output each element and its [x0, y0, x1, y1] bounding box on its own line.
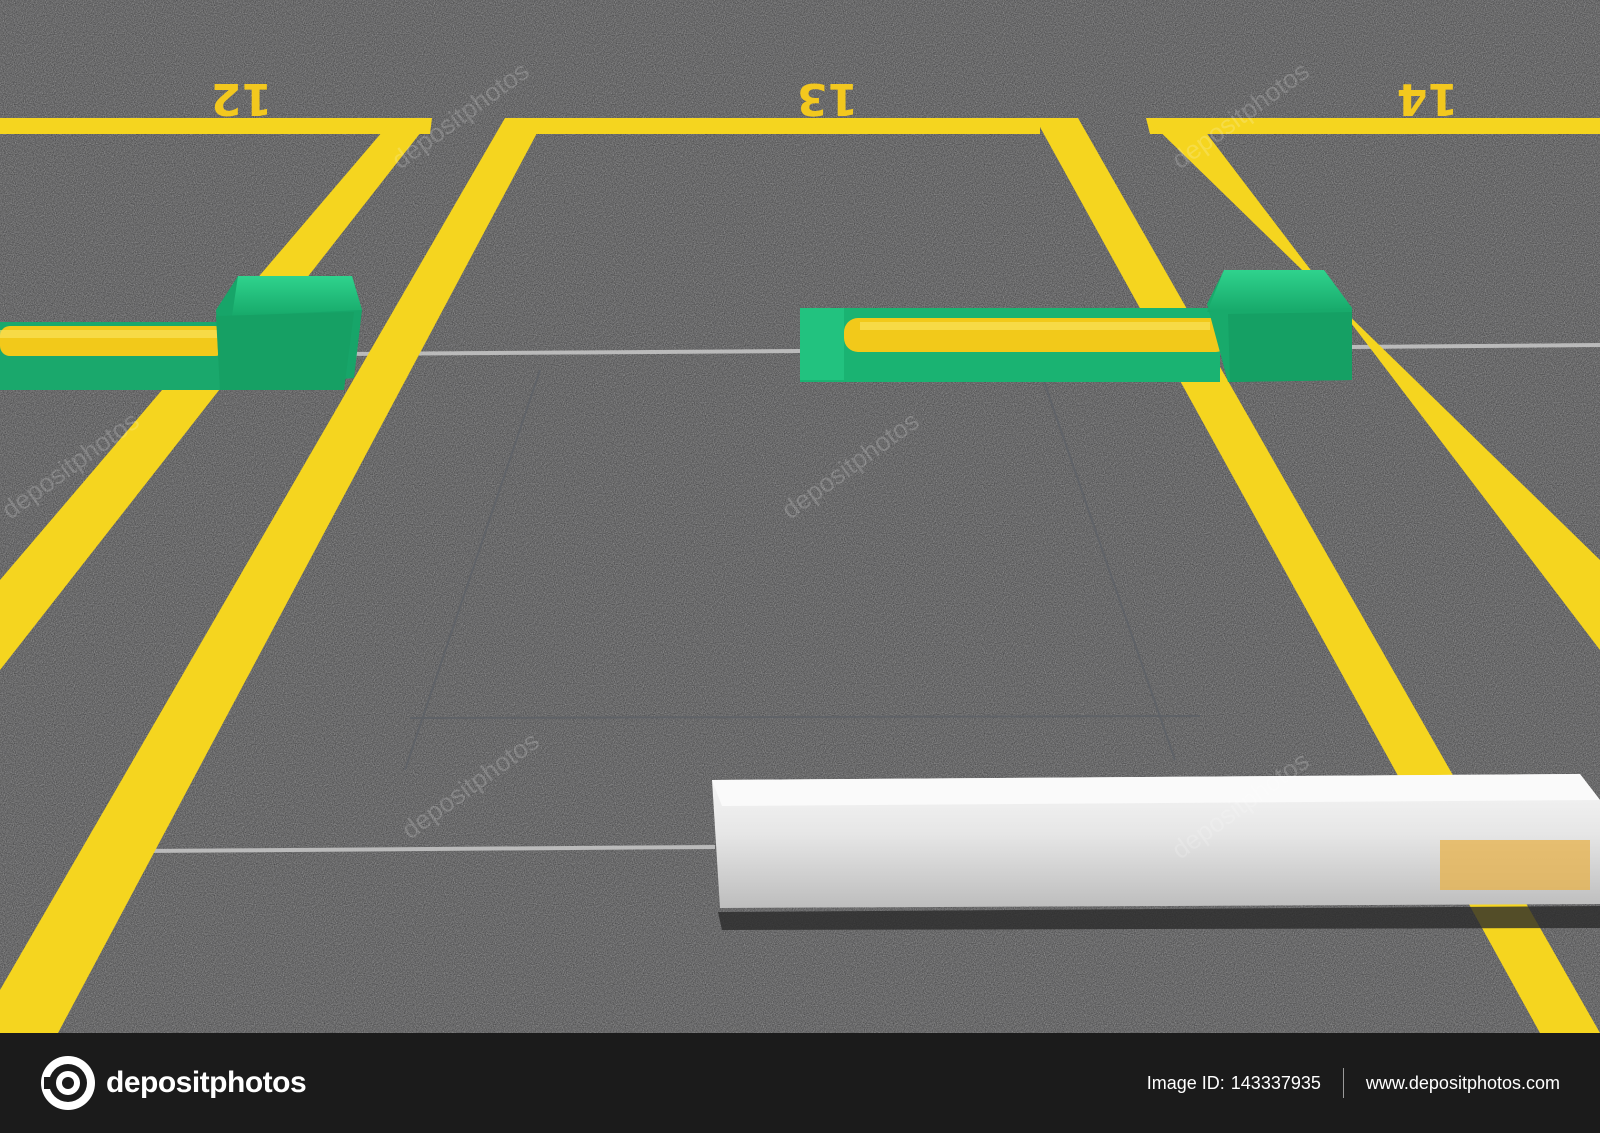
image-id-label: Image ID: — [1146, 1072, 1225, 1093]
image-meta: Image ID: 143337935 www.depositphotos.co… — [1147, 1033, 1560, 1133]
image-id: Image ID: 143337935 — [1147, 1073, 1321, 1094]
meta-divider — [1342, 1068, 1344, 1098]
logo-text: depositphotos — [106, 1066, 307, 1099]
stock-photo-footer: depositphotos Image ID: 143337935 www.de… — [0, 1033, 1600, 1133]
parking-lot-photo: 12 13 14 depositphotos depositphotos dep… — [0, 0, 1600, 1033]
depositphotos-logo[interactable]: depositphotos — [40, 1055, 307, 1111]
image-id-value: 143337935 — [1230, 1072, 1321, 1093]
space-number-14: 14 — [1397, 73, 1458, 124]
space-number-13: 13 — [797, 73, 858, 124]
space-number-12: 12 — [211, 73, 272, 124]
website-link[interactable]: www.depositphotos.com — [1366, 1073, 1560, 1094]
camera-logo-icon — [41, 1056, 95, 1110]
